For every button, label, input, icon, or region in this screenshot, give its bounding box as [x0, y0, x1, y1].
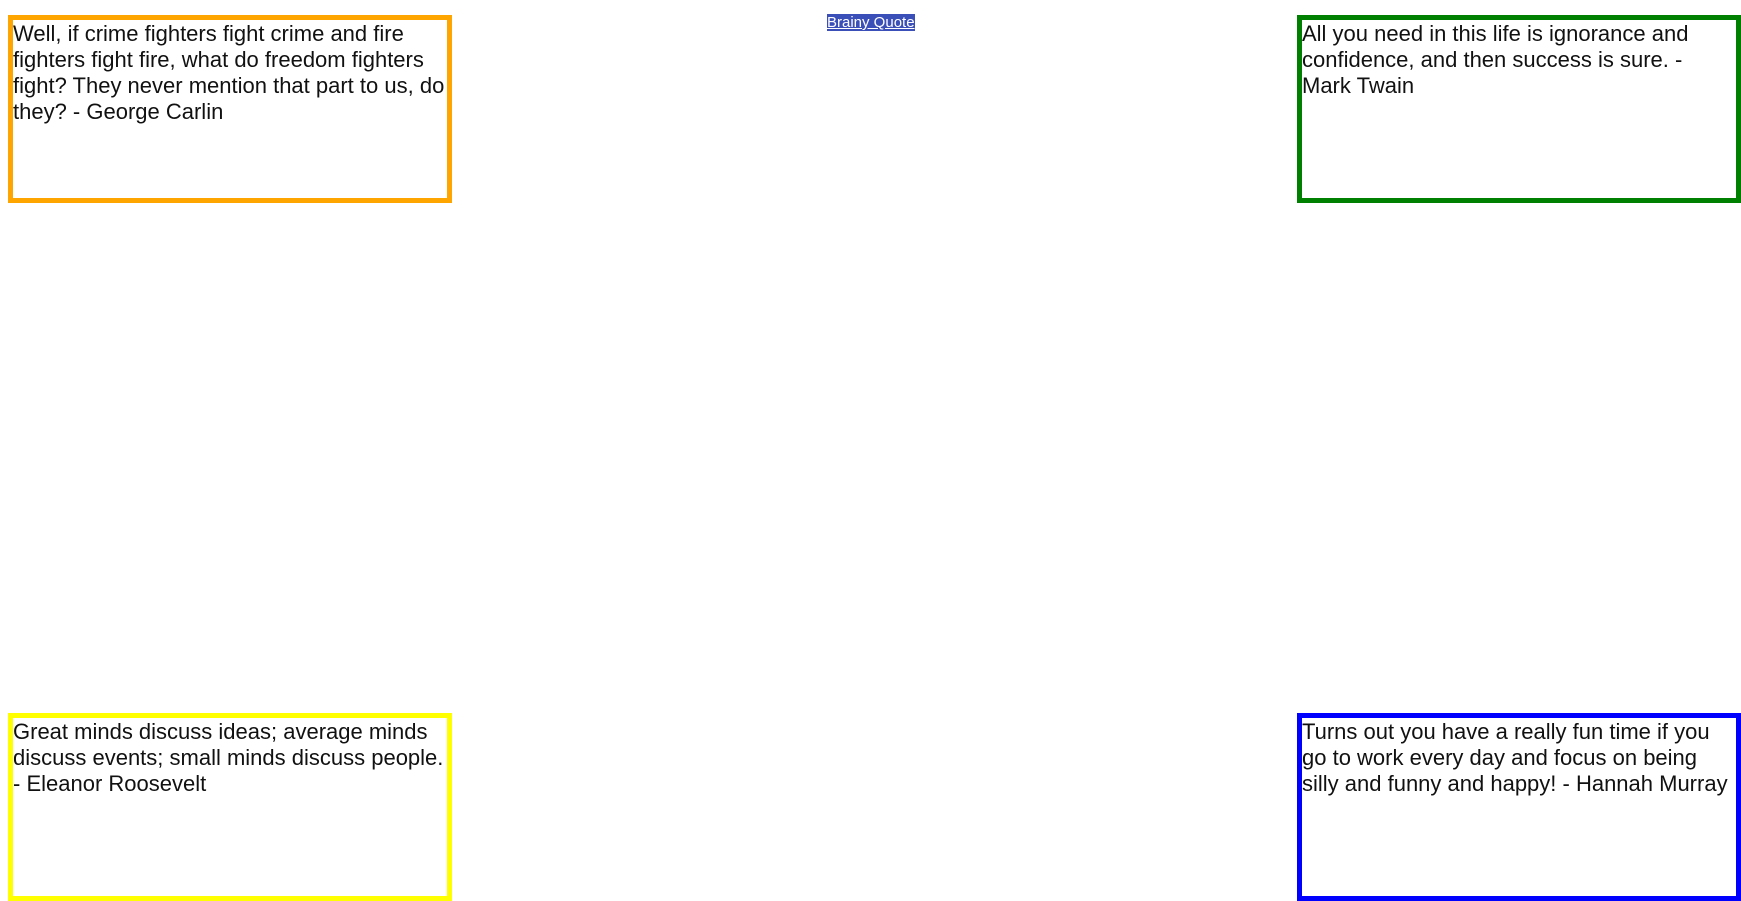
quote-box-top-right: All you need in this life is ignorance a… — [1297, 15, 1741, 203]
quote-box-bottom-right: Turns out you have a really fun time if … — [1297, 713, 1741, 901]
quote-text: Great minds discuss ideas; average minds… — [13, 719, 444, 796]
quote-text: Well, if crime fighters fight crime and … — [13, 21, 445, 124]
quote-box-bottom-left: Great minds discuss ideas; average minds… — [8, 713, 452, 901]
quote-text: All you need in this life is ignorance a… — [1302, 21, 1689, 98]
quote-box-top-left: Well, if crime fighters fight crime and … — [8, 15, 452, 203]
quote-text: Turns out you have a really fun time if … — [1302, 719, 1728, 796]
brainy-quote-link[interactable]: Brainy Quote — [827, 14, 915, 31]
